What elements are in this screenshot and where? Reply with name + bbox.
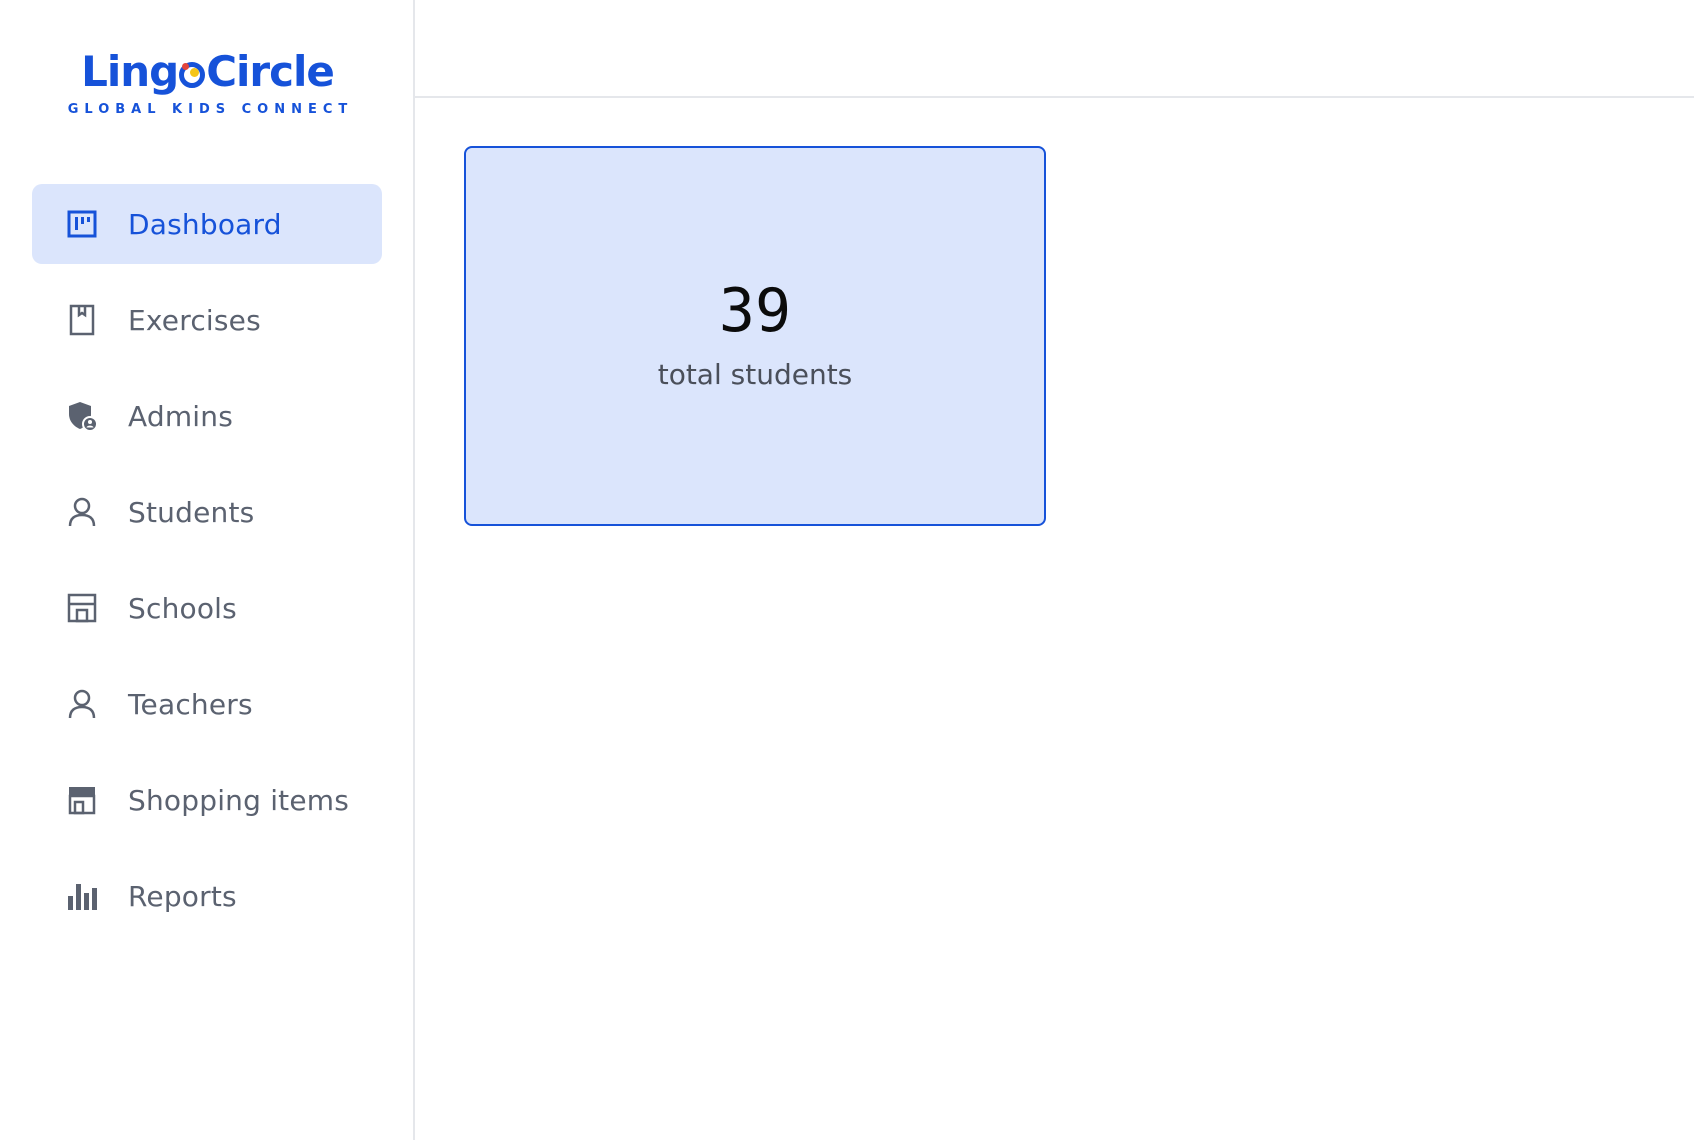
- dashboard-icon: [66, 208, 98, 240]
- sidebar-item-label: Schools: [128, 591, 237, 625]
- logo-wordmark: Ling Circle: [0, 48, 415, 96]
- sidebar-item-teachers[interactable]: Teachers: [32, 664, 382, 744]
- sidebar-item-shopping-items[interactable]: Shopping items: [32, 760, 382, 840]
- logo-tagline: GLOBAL KIDS CONNECT: [67, 102, 354, 117]
- sidebar-item-label: Students: [128, 495, 255, 529]
- user-icon: [66, 688, 98, 720]
- logo-text-part2: Circle: [206, 47, 335, 96]
- sidebar-item-label: Teachers: [128, 687, 253, 721]
- top-bar: [415, 0, 1694, 98]
- book-icon: [66, 304, 98, 336]
- bar-chart-icon: [66, 880, 98, 912]
- sidebar-item-label: Shopping items: [128, 783, 350, 817]
- sidebar-item-dashboard[interactable]: Dashboard: [32, 184, 382, 264]
- store-icon: [66, 784, 98, 816]
- logo-text-part1: Ling: [81, 47, 179, 96]
- sidebar-item-label: Admins: [128, 399, 234, 433]
- logo-o-icon: [179, 62, 206, 88]
- sidebar-item-label: Dashboard: [128, 207, 282, 241]
- sidebar-nav: Dashboard Exercises Admins Students Scho…: [32, 184, 382, 952]
- stat-value: 39: [718, 276, 792, 346]
- sidebar-item-label: Exercises: [128, 303, 261, 337]
- shield-user-icon: [66, 400, 98, 432]
- logo[interactable]: Ling Circle GLOBAL KIDS CONNECT: [0, 48, 415, 118]
- storefront-icon: [66, 592, 98, 624]
- sidebar: Ling Circle GLOBAL KIDS CONNECT Dashboard: [0, 0, 415, 1140]
- sidebar-item-schools[interactable]: Schools: [32, 568, 382, 648]
- user-icon: [66, 496, 98, 528]
- app-root: Ling Circle GLOBAL KIDS CONNECT Dashboard: [0, 0, 1694, 1140]
- sidebar-item-label: Reports: [128, 879, 237, 913]
- sidebar-item-exercises[interactable]: Exercises: [32, 280, 382, 360]
- sidebar-item-reports[interactable]: Reports: [32, 856, 382, 936]
- stat-card-total-students[interactable]: 39 total students: [464, 146, 1046, 526]
- sidebar-item-admins[interactable]: Admins: [32, 376, 382, 456]
- stat-label: total students: [657, 358, 853, 391]
- sidebar-item-students[interactable]: Students: [32, 472, 382, 552]
